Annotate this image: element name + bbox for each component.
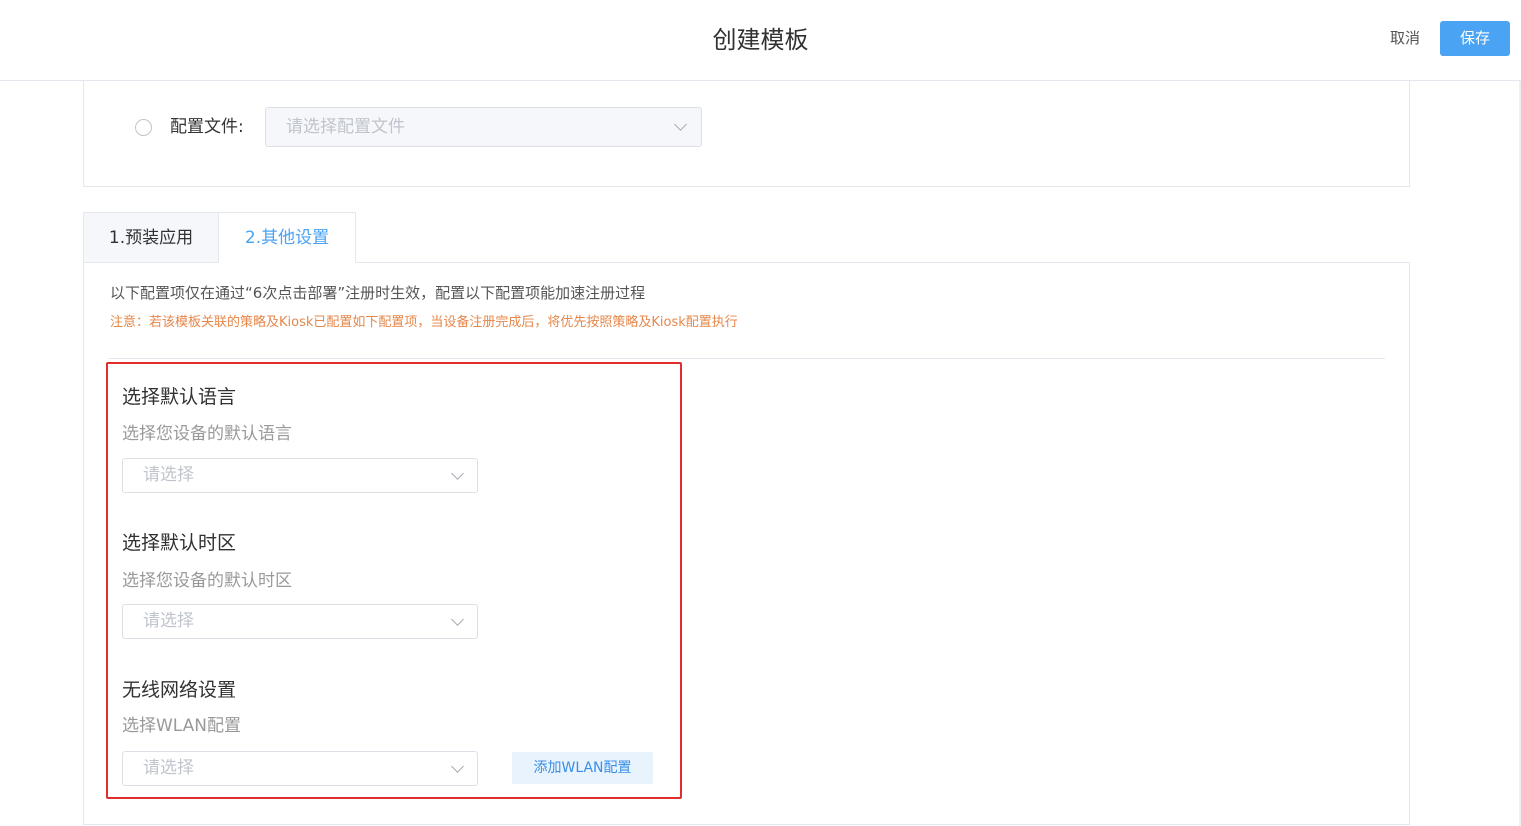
config-file-placeholder: 请选择配置文件 — [286, 117, 405, 137]
divider — [108, 358, 1385, 359]
add-wlan-button[interactable]: 添加WLAN配置 — [512, 752, 653, 784]
tab-other-settings[interactable]: 2.其他设置 — [218, 212, 356, 263]
wlan-placeholder: 请选择 — [143, 758, 194, 778]
cancel-button[interactable]: 取消 — [1380, 26, 1430, 50]
timezone-select[interactable]: 请选择 — [122, 604, 478, 639]
config-file-select[interactable]: 请选择配置文件 — [265, 107, 702, 147]
language-desc: 选择您设备的默认语言 — [122, 424, 292, 444]
notice-text: 注意：若该模板关联的策略及Kiosk已配置如下配置项，当设备注册完成后，将优先按… — [110, 315, 738, 330]
save-button[interactable]: 保存 — [1440, 21, 1510, 56]
language-title: 选择默认语言 — [122, 386, 237, 408]
language-placeholder: 请选择 — [143, 465, 194, 485]
wlan-select[interactable]: 请选择 — [122, 751, 478, 786]
wlan-title: 无线网络设置 — [122, 679, 237, 701]
info-text: 以下配置项仅在通过“6次点击部署”注册时生效，配置以下配置项能加速注册过程 — [110, 284, 646, 302]
config-file-label: 配置文件: — [170, 117, 244, 137]
language-select[interactable]: 请选择 — [122, 458, 478, 493]
page-title: 创建模板 — [712, 26, 809, 54]
timezone-desc: 选择您设备的默认时区 — [122, 571, 292, 591]
radio-unchecked-icon[interactable] — [135, 119, 152, 136]
config-file-section: 配置文件: 请选择配置文件 — [83, 80, 1410, 187]
chevron-down-icon — [451, 467, 464, 480]
page-header: 创建模板 取消 保存 — [0, 0, 1521, 81]
chevron-down-icon — [674, 118, 687, 131]
chevron-down-icon — [451, 760, 464, 773]
timezone-placeholder: 请选择 — [143, 611, 194, 631]
tab-preinstalled-apps[interactable]: 1.预装应用 — [83, 212, 219, 263]
timezone-title: 选择默认时区 — [122, 532, 237, 554]
chevron-down-icon — [451, 613, 464, 626]
wlan-desc: 选择WLAN配置 — [122, 716, 242, 736]
